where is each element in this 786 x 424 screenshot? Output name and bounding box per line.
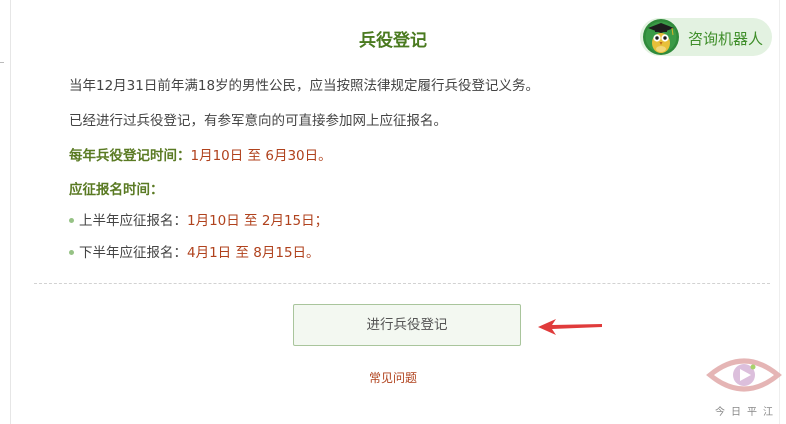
first-half-label: 上半年应征报名： [79, 213, 187, 229]
register-button[interactable]: 进行兵役登记 [293, 304, 521, 346]
consult-robot-label: 咨询机器人 [688, 30, 764, 48]
first-half-row: 上半年应征报名：1月10日 至 2月15日； [69, 209, 328, 229]
second-half-row: 下半年应征报名：4月1日 至 8月15日。 [69, 241, 320, 261]
consult-robot-button[interactable]: 咨询机器人 [640, 18, 772, 56]
left-border [10, 0, 11, 424]
dashed-divider [34, 283, 770, 284]
enlistment-heading: 应征报名时间： [69, 182, 164, 198]
first-half-value: 1月10日 至 2月15日； [187, 213, 329, 229]
info-line-obligation: 当年12月31日前年满18岁的男性公民，应当按照法律规定履行兵役登记义务。 [69, 78, 540, 94]
page: 兵役登记 咨询机器人 当年12月31日前年满18岁的男性公民，应当按照法律规定履… [0, 0, 786, 424]
registration-time-row: 每年兵役登记时间：1月10日 至 6月30日。 [69, 144, 332, 164]
second-half-value: 4月1日 至 8月15日。 [187, 245, 320, 261]
left-tick [0, 62, 4, 63]
watermark-text: 今日平江 [715, 407, 779, 418]
registration-time-label: 每年兵役登记时间： [69, 148, 191, 164]
owl-graduate-icon [643, 19, 679, 55]
bullet-dot-icon [69, 249, 74, 255]
info-line-direct-apply: 已经进行过兵役登记，有参军意向的可直接参加网上应征报名。 [69, 113, 447, 129]
watermark: 今日平江 [706, 353, 782, 423]
bullet-dot-icon [69, 217, 74, 223]
registration-time-value: 1月10日 至 6月30日。 [190, 148, 332, 164]
faq-link[interactable]: 常见问题 [0, 369, 786, 386]
red-arrow-icon [538, 319, 602, 335]
play-eye-logo-icon [706, 358, 782, 392]
second-half-label: 下半年应征报名： [79, 245, 187, 261]
